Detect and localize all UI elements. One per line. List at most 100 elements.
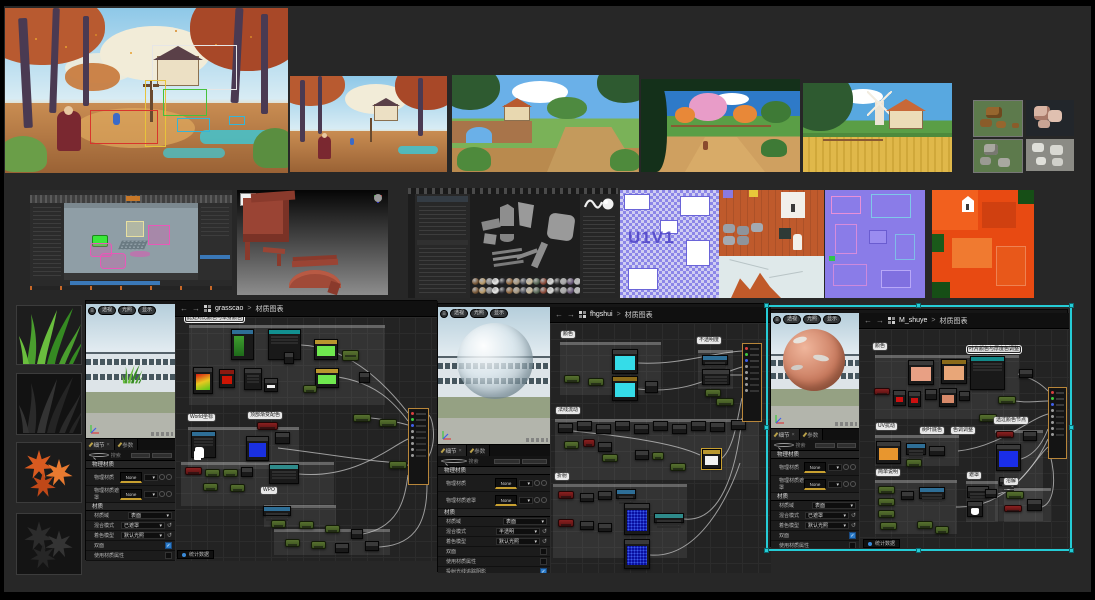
show-button[interactable]: 显示	[138, 306, 157, 315]
forward-icon[interactable]: →	[567, 310, 575, 319]
node-header[interactable]	[703, 370, 729, 374]
graph-comment-label[interactable]: 叶片颜色与厚度色调整	[967, 346, 1022, 353]
constant-color-node[interactable]	[908, 360, 934, 385]
node-header[interactable]	[960, 392, 969, 396]
material-expression-node[interactable]	[365, 541, 379, 551]
comment-group-header[interactable]	[181, 462, 334, 465]
comment-group-header[interactable]	[698, 350, 733, 353]
parameter-node[interactable]	[325, 525, 340, 533]
parameter-node[interactable]	[670, 463, 686, 471]
material-expression-node[interactable]	[702, 369, 730, 385]
graph-comment-label[interactable]: 颜色	[873, 343, 888, 350]
comment-group-header[interactable]	[875, 480, 957, 483]
material-expression-node[interactable]	[919, 487, 945, 499]
tab-parameters[interactable]: 参数	[799, 429, 824, 440]
timeline-range[interactable]	[70, 281, 160, 285]
parameter-node[interactable]	[935, 526, 949, 534]
node-header[interactable]	[654, 422, 667, 426]
breadcrumb-material-name[interactable]: M_shuye	[899, 317, 927, 324]
constant-color-node[interactable]	[908, 391, 921, 407]
selection-handle[interactable]	[916, 303, 921, 308]
material-expression-node[interactable]	[558, 423, 573, 433]
color-swatch[interactable]	[267, 385, 275, 388]
material-expression-node[interactable]	[615, 421, 630, 431]
material-sphere-thumb[interactable]	[506, 278, 513, 285]
node-header[interactable]	[269, 330, 300, 334]
node-header[interactable]	[232, 330, 253, 334]
use-selected-icon[interactable]	[534, 480, 540, 486]
reset-to-default-icon[interactable]: ↺	[542, 539, 547, 545]
material-sphere-thumb[interactable]	[540, 287, 547, 294]
material-expression-node[interactable]	[275, 432, 290, 444]
maya-viewport[interactable]	[64, 203, 198, 273]
graph-comment-label[interactable]: 折射	[555, 473, 570, 480]
settings-icon[interactable]	[152, 452, 172, 458]
node-header[interactable]	[366, 542, 378, 546]
parameter-node[interactable]	[285, 539, 300, 547]
graph-comment-label[interactable]: 颜色	[561, 331, 576, 338]
details-search[interactable]: 搜索	[771, 440, 859, 451]
node-header[interactable]	[894, 391, 905, 395]
property-dropdown[interactable]: 表面 ▾	[128, 512, 172, 519]
material-expression-node[interactable]	[710, 422, 725, 432]
parameter-node[interactable]	[583, 439, 595, 447]
graph-comment-label[interactable]: 不透明度	[697, 337, 722, 344]
comment-group-header[interactable]	[560, 342, 661, 345]
filter-icon[interactable]	[815, 442, 835, 448]
viewport-menu-button[interactable]: ≡	[773, 315, 781, 324]
parameter-node[interactable]	[230, 484, 245, 492]
node-header[interactable]	[635, 425, 648, 429]
material-expression-node[interactable]	[653, 421, 668, 431]
material-expression-node[interactable]	[645, 381, 658, 393]
color-swatch[interactable]	[317, 346, 335, 356]
property-dropdown[interactable]: 默认光照 ▾	[495, 538, 540, 545]
material-expression-node[interactable]	[335, 543, 349, 553]
material-sphere-thumb[interactable]	[512, 287, 520, 294]
parameter-node[interactable]	[602, 454, 618, 462]
color-swatch[interactable]	[222, 376, 232, 384]
node-header[interactable]	[599, 492, 611, 496]
reset-to-default-icon[interactable]: ↺	[851, 513, 856, 519]
scene-tree[interactable]	[419, 206, 466, 236]
browse-icon[interactable]	[850, 464, 856, 470]
material-preview-viewport[interactable]: ≡ 透视 光照 显示	[86, 304, 175, 438]
node-header[interactable]	[613, 350, 637, 354]
marmoset-viewport[interactable]	[470, 194, 580, 276]
node-header[interactable]	[877, 442, 900, 446]
node-header[interactable]	[625, 504, 649, 508]
graph-comment-label[interactable]: 透过颜色节点	[994, 417, 1029, 424]
lit-mode-button[interactable]: 光照	[803, 315, 822, 324]
material-sphere-thumb[interactable]	[512, 278, 520, 285]
parameter-node[interactable]	[185, 467, 202, 475]
material-expression-node[interactable]	[967, 501, 983, 517]
breadcrumb-page[interactable]: 材质图表	[625, 310, 653, 320]
perspective-button[interactable]: 透视	[450, 309, 469, 318]
material-expression-node[interactable]	[241, 467, 253, 477]
parameter-node[interactable]	[257, 422, 278, 430]
material-expression-node[interactable]	[635, 450, 649, 460]
graph-comment-label[interactable]: 此处对比颜色与本身颜色	[185, 317, 245, 322]
material-expression-node[interactable]	[231, 329, 254, 360]
section-material[interactable]: 材质	[438, 509, 550, 517]
node-header[interactable]	[316, 369, 338, 373]
color-swatch[interactable]	[911, 367, 931, 381]
color-swatch[interactable]	[999, 451, 1018, 467]
selection-handle[interactable]	[916, 548, 921, 553]
material-expression-node[interactable]	[598, 442, 612, 452]
node-header[interactable]	[599, 524, 611, 528]
material-node-graph[interactable]: 颜色 叶片颜色与厚度色调整 UV扰动 树叶底色 色调调整 透过颜色节点 简单说明 遮罩 溶解	[859, 329, 1069, 548]
material-sphere-thumb[interactable]	[478, 278, 486, 285]
constant-color-node[interactable]	[624, 539, 650, 569]
node-header[interactable]	[997, 445, 1020, 449]
constant-color-node[interactable]	[996, 444, 1021, 471]
graph-comment-label[interactable]: 溶解	[1004, 478, 1019, 485]
parameter-node[interactable]	[998, 396, 1016, 404]
lit-mode-button[interactable]: 光照	[118, 306, 137, 315]
material-expression-node[interactable]	[970, 356, 1005, 390]
viewport-corner-icons[interactable]	[151, 432, 173, 436]
asset-dropdown[interactable]: ▾	[519, 496, 533, 504]
back-icon[interactable]: ←	[555, 310, 563, 319]
tab-parameters[interactable]: 参数	[114, 439, 139, 450]
property-checkbox[interactable]: ✓	[849, 532, 856, 539]
material-expression-node[interactable]	[616, 489, 636, 499]
